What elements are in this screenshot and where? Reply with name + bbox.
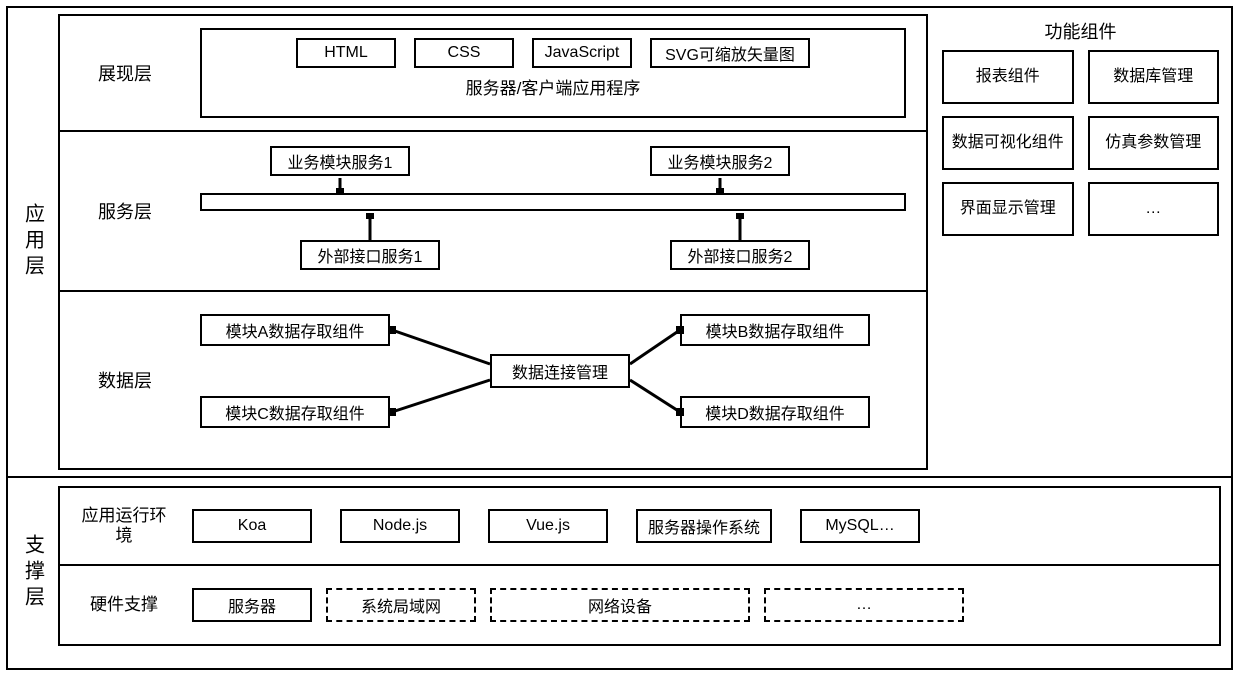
tech-javascript: JavaScript	[532, 38, 632, 68]
module-a-data: 模块A数据存取组件	[200, 314, 390, 346]
runtime-mysql: MySQL…	[800, 509, 920, 543]
module-d-data: 模块D数据存取组件	[680, 396, 870, 428]
hardware-label: 硬件支撑	[74, 595, 174, 615]
module-c-data: 模块C数据存取组件	[200, 396, 390, 428]
component-report: 报表组件	[942, 50, 1074, 104]
runtime-koa: Koa	[192, 509, 312, 543]
data-layer-label: 数据层	[60, 292, 190, 468]
presentation-container: HTML CSS JavaScript SVG可缩放矢量图 服务器/客户端应用程…	[200, 28, 906, 118]
component-data-viz: 数据可视化组件	[942, 116, 1074, 170]
tech-svg: SVG可缩放矢量图	[650, 38, 810, 68]
runtime-row: 应用运行环境 Koa Node.js Vue.js 服务器操作系统 MySQL…	[58, 486, 1221, 566]
tech-html: HTML	[296, 38, 396, 68]
data-connection-manager: 数据连接管理	[490, 354, 630, 388]
functional-components-panel: 功能组件 报表组件 数据库管理 数据可视化组件 仿真参数管理 界面显示管理 …	[936, 18, 1225, 236]
hw-lan: 系统局域网	[326, 588, 476, 622]
runtime-server-os: 服务器操作系统	[636, 509, 772, 543]
business-module-1: 业务模块服务1	[270, 146, 410, 176]
presentation-layer: 展现层 HTML CSS JavaScript SVG可缩放矢量图 服务器/客户…	[58, 14, 928, 132]
architecture-diagram: 应用层 展现层 HTML CSS JavaScript	[6, 6, 1233, 670]
hw-more: …	[764, 588, 964, 622]
hw-server: 服务器	[192, 588, 312, 622]
runtime-label: 应用运行环境	[74, 506, 174, 547]
service-layer: 服务层 业务模块服务1 业务模块服务2 外部接口服务1 外部接口服务2	[58, 132, 928, 292]
tech-css: CSS	[414, 38, 514, 68]
module-b-data: 模块B数据存取组件	[680, 314, 870, 346]
service-bus	[200, 193, 906, 211]
application-layer-label: 应用层	[8, 8, 58, 476]
component-more: …	[1088, 182, 1220, 236]
data-layer: 数据层 模块A数据存取组件 模块C数据存取组件 数据连接管理 模块B数据存取组件…	[58, 292, 928, 470]
presentation-caption: 服务器/客户端应用程序	[202, 74, 904, 99]
runtime-vuejs: Vue.js	[488, 509, 608, 543]
external-interface-1: 外部接口服务1	[300, 240, 440, 270]
external-interface-2: 外部接口服务2	[670, 240, 810, 270]
support-layer-label: 支撑层	[8, 478, 58, 668]
support-layer-row: 支撑层 应用运行环境 Koa Node.js Vue.js 服务器操作系统 My…	[8, 478, 1231, 668]
presentation-layer-label: 展现层	[60, 16, 190, 130]
functional-components-title: 功能组件	[936, 18, 1225, 44]
business-module-2: 业务模块服务2	[650, 146, 790, 176]
application-layer-row: 应用层 展现层 HTML CSS JavaScript	[8, 8, 1231, 478]
runtime-nodejs: Node.js	[340, 509, 460, 543]
service-layer-label: 服务层	[60, 132, 190, 290]
component-ui-display: 界面显示管理	[942, 182, 1074, 236]
component-sim-params: 仿真参数管理	[1088, 116, 1220, 170]
component-db-mgmt: 数据库管理	[1088, 50, 1220, 104]
hw-network-device: 网络设备	[490, 588, 750, 622]
hardware-row: 硬件支撑 服务器 系统局域网 网络设备 …	[58, 566, 1221, 646]
